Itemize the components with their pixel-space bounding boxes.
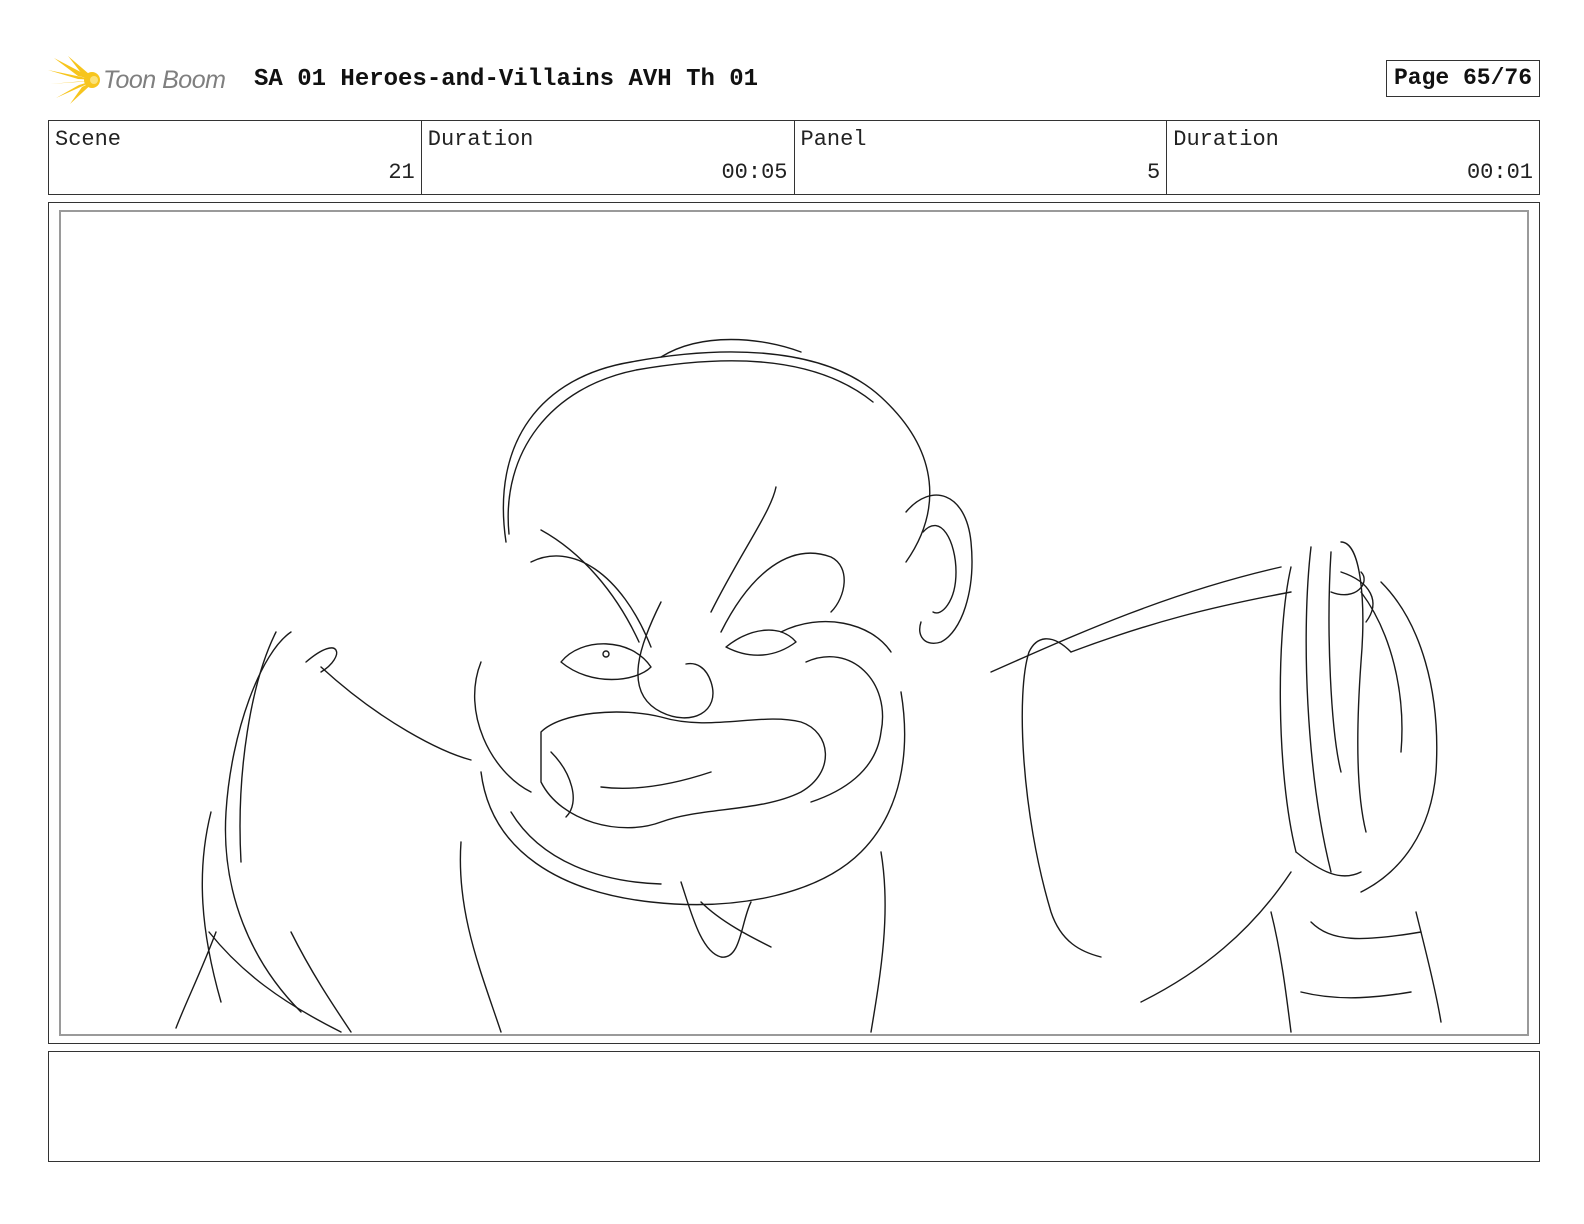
page-indicator: Page 65/76 (1385, 60, 1540, 97)
panel-duration-value: 00:01 (1466, 160, 1533, 185)
scene-duration-label: Duration (427, 127, 534, 152)
logo-text: Toon Boom (103, 66, 226, 94)
panel-cell: Panel 5 (795, 121, 1168, 194)
scene-duration-cell: Duration 00:05 (422, 121, 795, 194)
starburst-icon (48, 56, 100, 104)
storyboard-panel-frame (48, 202, 1540, 1044)
document-title: SA 01 Heroes-and-Villains AVH Th 01 (254, 66, 759, 93)
panel-value: 5 (1147, 160, 1161, 185)
sketch-drawing (175, 338, 1442, 1033)
storyboard-panel (59, 210, 1529, 1036)
scene-duration-value: 00:05 (721, 160, 788, 185)
panel-duration-cell: Duration 00:01 (1167, 121, 1539, 194)
panel-label: Panel (800, 127, 867, 152)
scene-info-table: Scene 21 Duration 00:05 Panel 5 Duration… (48, 120, 1540, 195)
scene-value: 21 (388, 160, 415, 185)
panel-notes-box (48, 1051, 1540, 1162)
page-header: Toon Boom SA 01 Heroes-and-Villains AVH … (48, 52, 1540, 104)
panel-duration-label: Duration (1173, 127, 1279, 152)
scene-label: Scene (55, 127, 122, 152)
toon-boom-logo: Toon Boom (48, 54, 238, 104)
scene-cell: Scene 21 (49, 121, 422, 194)
